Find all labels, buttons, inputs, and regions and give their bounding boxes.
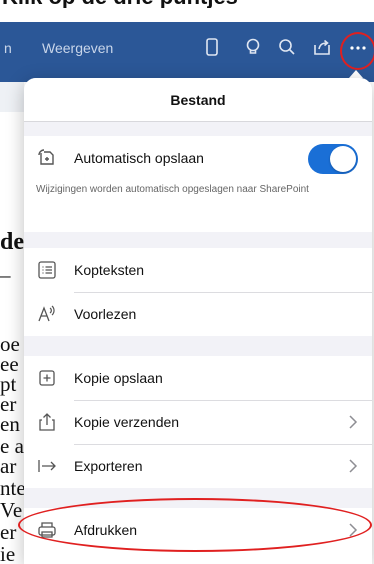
doc-text-line: _ <box>0 256 11 280</box>
export-icon <box>36 455 58 477</box>
battery-percentage: 62% <box>317 7 342 21</box>
menu-item-label: Kopteksten <box>74 262 145 278</box>
chevron-right-icon <box>348 414 358 430</box>
autosave-toggle[interactable] <box>308 144 358 174</box>
device-icon[interactable] <box>201 36 223 58</box>
battery-icon <box>346 8 368 20</box>
tab-view[interactable]: Weergeven <box>42 40 113 56</box>
panel-title: Bestand <box>170 91 226 108</box>
autosave-row[interactable]: Automatisch opslaan <box>24 136 372 180</box>
menu-item-send-copy[interactable]: Kopie verzenden <box>24 400 372 444</box>
doc-text-line: nte <box>0 476 26 500</box>
lightbulb-icon[interactable] <box>242 36 264 58</box>
read-aloud-icon <box>36 303 58 325</box>
autosave-group: Automatisch opslaan Wijzigingen worden a… <box>24 136 372 232</box>
file-menu-panel: Bestand Automatisch opslaan Wijzigingen … <box>24 78 372 564</box>
doc-text-line: Ve <box>0 498 23 522</box>
copy-group: Kopie opslaan Kopie verzenden Exporteren <box>24 356 372 488</box>
save-copy-icon <box>36 367 58 389</box>
view-group: Kopteksten Voorlezen <box>24 248 372 336</box>
menu-item-read-aloud[interactable]: Voorlezen <box>24 292 372 336</box>
menu-item-save-copy[interactable]: Kopie opslaan <box>24 356 372 400</box>
annotation-oval <box>18 498 372 552</box>
menu-item-label: Kopie opslaan <box>74 370 163 386</box>
doc-text-line: en <box>0 412 20 436</box>
doc-text-line: ar <box>0 454 17 478</box>
panel-caret <box>349 70 363 78</box>
status-bar: 62% <box>286 6 368 22</box>
wifi-icon <box>300 8 314 19</box>
menu-item-label: Kopie verzenden <box>74 414 180 430</box>
panel-header: Bestand <box>24 78 372 122</box>
autosave-description: Wijzigingen worden automatisch opgeslage… <box>36 184 309 195</box>
send-copy-icon <box>36 411 58 433</box>
menu-item-label: Exporteren <box>74 458 143 474</box>
search-icon[interactable] <box>276 36 298 58</box>
toggle-knob <box>330 146 356 172</box>
headings-icon <box>36 259 58 281</box>
tab-partial[interactable]: n <box>4 40 12 56</box>
autosave-icon <box>36 147 58 169</box>
menu-item-export[interactable]: Exporteren <box>24 444 372 488</box>
annotation-circle <box>340 32 374 70</box>
autosave-label: Automatisch opslaan <box>74 150 204 166</box>
doc-text-line: de <box>0 229 24 255</box>
chevron-right-icon <box>348 458 358 474</box>
ruler <box>0 82 24 112</box>
doc-text-line: er <box>0 520 17 544</box>
location-icon <box>286 10 295 18</box>
doc-text-line: ie <box>0 542 16 564</box>
share-icon[interactable] <box>311 36 333 58</box>
menu-item-headings[interactable]: Kopteksten <box>24 248 372 292</box>
menu-item-label: Voorlezen <box>74 306 137 322</box>
